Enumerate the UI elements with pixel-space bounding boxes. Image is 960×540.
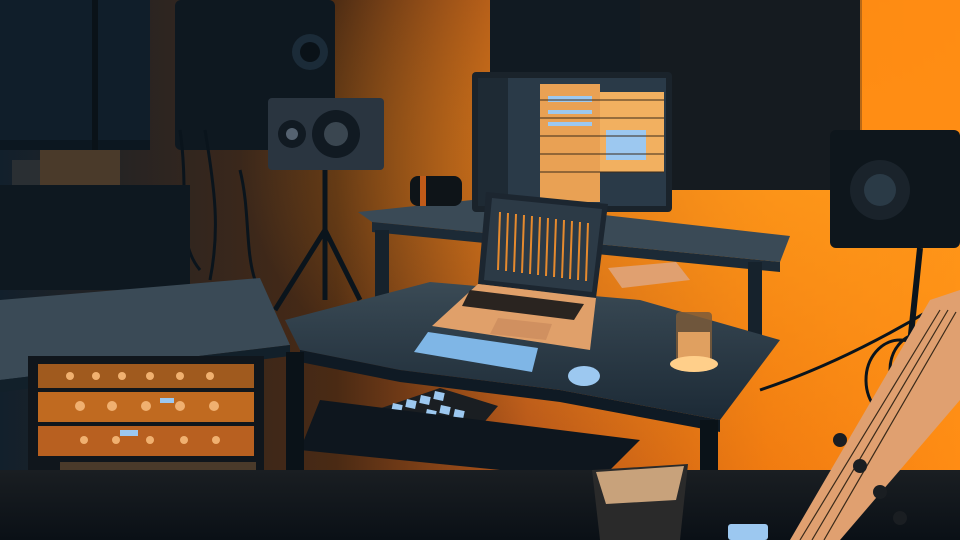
studio-scene: [0, 0, 960, 540]
shelf-support-left: [375, 230, 389, 300]
left-shelf-item: [12, 160, 40, 186]
shelf-support-right: [748, 262, 762, 342]
phone: [728, 524, 768, 540]
waste-paper: [596, 466, 684, 504]
wall-light-strip: [860, 0, 960, 150]
camera-lens-ring: [420, 176, 426, 206]
monitor-left-woofer-cone: [324, 122, 348, 146]
monitor-right-woofer-cone: [864, 174, 896, 206]
studio-photo: [0, 0, 960, 540]
camera-lens: [410, 176, 462, 206]
large-speaker-port-inner: [300, 42, 320, 62]
left-cabinet: [0, 185, 190, 290]
acoustic-panel-right-shade: [640, 0, 862, 190]
rack-unit-3: [38, 426, 254, 456]
monitor-left-tweeter-dome: [286, 128, 298, 140]
glass-coaster: [670, 356, 718, 372]
laptop-display: [484, 198, 602, 292]
left-shelf-box: [40, 150, 120, 188]
acoustic-panel-left: [0, 0, 150, 140]
daw-sidebar: [478, 78, 508, 206]
mouse: [568, 366, 600, 386]
